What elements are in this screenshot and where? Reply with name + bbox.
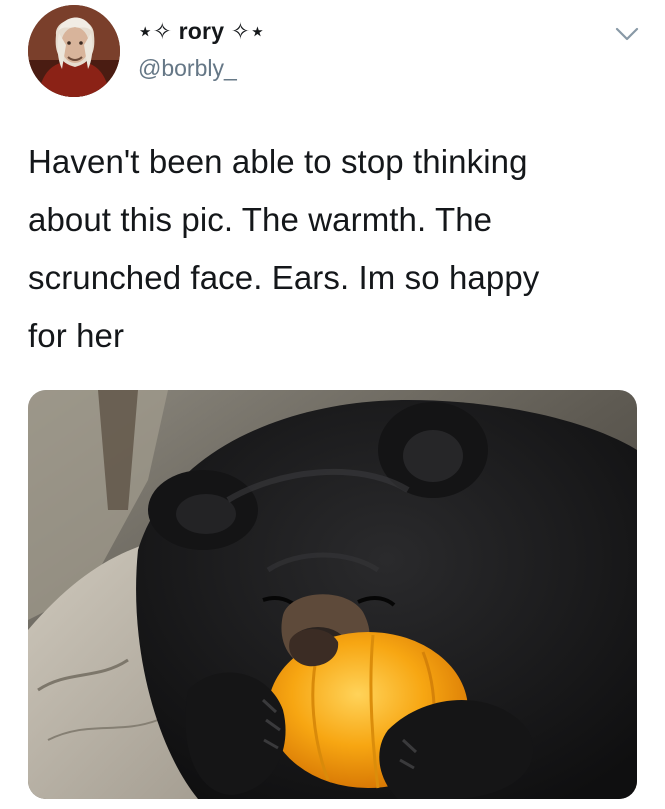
author-display-name[interactable]: ⋆✧ rory ✧⋆ — [138, 18, 265, 45]
author-handle[interactable]: @borbly_ — [138, 55, 237, 82]
tweet-photo[interactable] — [28, 390, 637, 799]
tweet-text-line: scrunched face. Ears. Im so happy — [28, 259, 540, 296]
more-options-button[interactable] — [614, 24, 640, 44]
tweet-text: Haven't been able to stop thinking about… — [28, 133, 628, 365]
bear-hugging-pumpkin-photo-icon — [28, 390, 637, 799]
tweet-text-line: for her — [28, 317, 125, 354]
chevron-down-icon — [615, 27, 639, 41]
tweet-text-line: Haven't been able to stop thinking — [28, 143, 528, 180]
avatar-photo-icon — [28, 5, 120, 97]
tweet-text-line: about this pic. The warmth. The — [28, 201, 493, 238]
avatar[interactable] — [28, 5, 120, 97]
